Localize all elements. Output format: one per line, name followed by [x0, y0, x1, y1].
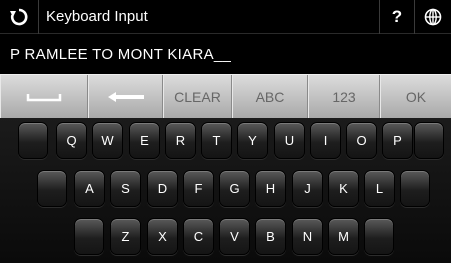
help-button[interactable]: ?	[380, 0, 414, 34]
blank-key	[400, 170, 430, 207]
globe-icon	[424, 8, 442, 26]
space-key[interactable]	[0, 75, 88, 119]
title-separator	[38, 0, 39, 34]
blank-key	[414, 122, 444, 159]
key-e[interactable]: E	[129, 122, 160, 159]
key-h[interactable]: H	[255, 170, 286, 207]
language-button[interactable]	[415, 0, 451, 34]
key-k[interactable]: K	[328, 170, 359, 207]
blank-key	[18, 122, 48, 159]
space-bar-icon	[26, 94, 62, 102]
key-o[interactable]: O	[346, 122, 377, 159]
refresh-back-icon	[10, 8, 28, 26]
key-x[interactable]: X	[147, 218, 178, 255]
text-input-display[interactable]: P RAMLEE TO MONT KIARA__	[0, 35, 451, 74]
key-p[interactable]: P	[382, 122, 413, 159]
key-a[interactable]: A	[74, 170, 105, 207]
key-m[interactable]: M	[328, 218, 359, 255]
key-t[interactable]: T	[201, 122, 232, 159]
key-r[interactable]: R	[165, 122, 196, 159]
back-button[interactable]	[0, 0, 38, 34]
key-y[interactable]: Y	[237, 122, 268, 159]
blank-key	[364, 218, 394, 255]
key-j[interactable]: J	[292, 170, 323, 207]
window-title: Keyboard Input	[46, 8, 148, 25]
key-n[interactable]: N	[292, 218, 323, 255]
ok-key[interactable]: OK	[380, 75, 451, 119]
key-i[interactable]: I	[310, 122, 341, 159]
key-g[interactable]: G	[219, 170, 250, 207]
key-w[interactable]: W	[92, 122, 123, 159]
key-v[interactable]: V	[219, 218, 250, 255]
keyboard: Q W E R T Y U I O P A S D F G H J K L Z …	[0, 118, 451, 263]
key-b[interactable]: B	[255, 218, 286, 255]
arrow-left-icon	[107, 92, 144, 102]
blank-key	[74, 218, 104, 255]
key-d[interactable]: D	[147, 170, 178, 207]
key-f[interactable]: F	[183, 170, 214, 207]
backspace-key[interactable]	[88, 75, 163, 119]
numbers-key[interactable]: 123	[308, 75, 380, 119]
key-l[interactable]: L	[364, 170, 395, 207]
key-u[interactable]: U	[274, 122, 305, 159]
key-z[interactable]: Z	[110, 218, 141, 255]
clear-key[interactable]: CLEAR	[163, 75, 232, 119]
function-row: CLEAR ABC 123 OK	[0, 74, 451, 119]
blank-key	[37, 170, 67, 207]
title-bar: Keyboard Input ?	[0, 0, 451, 34]
key-c[interactable]: C	[183, 218, 214, 255]
key-s[interactable]: S	[110, 170, 141, 207]
key-q[interactable]: Q	[56, 122, 87, 159]
abc-key[interactable]: ABC	[232, 75, 308, 119]
